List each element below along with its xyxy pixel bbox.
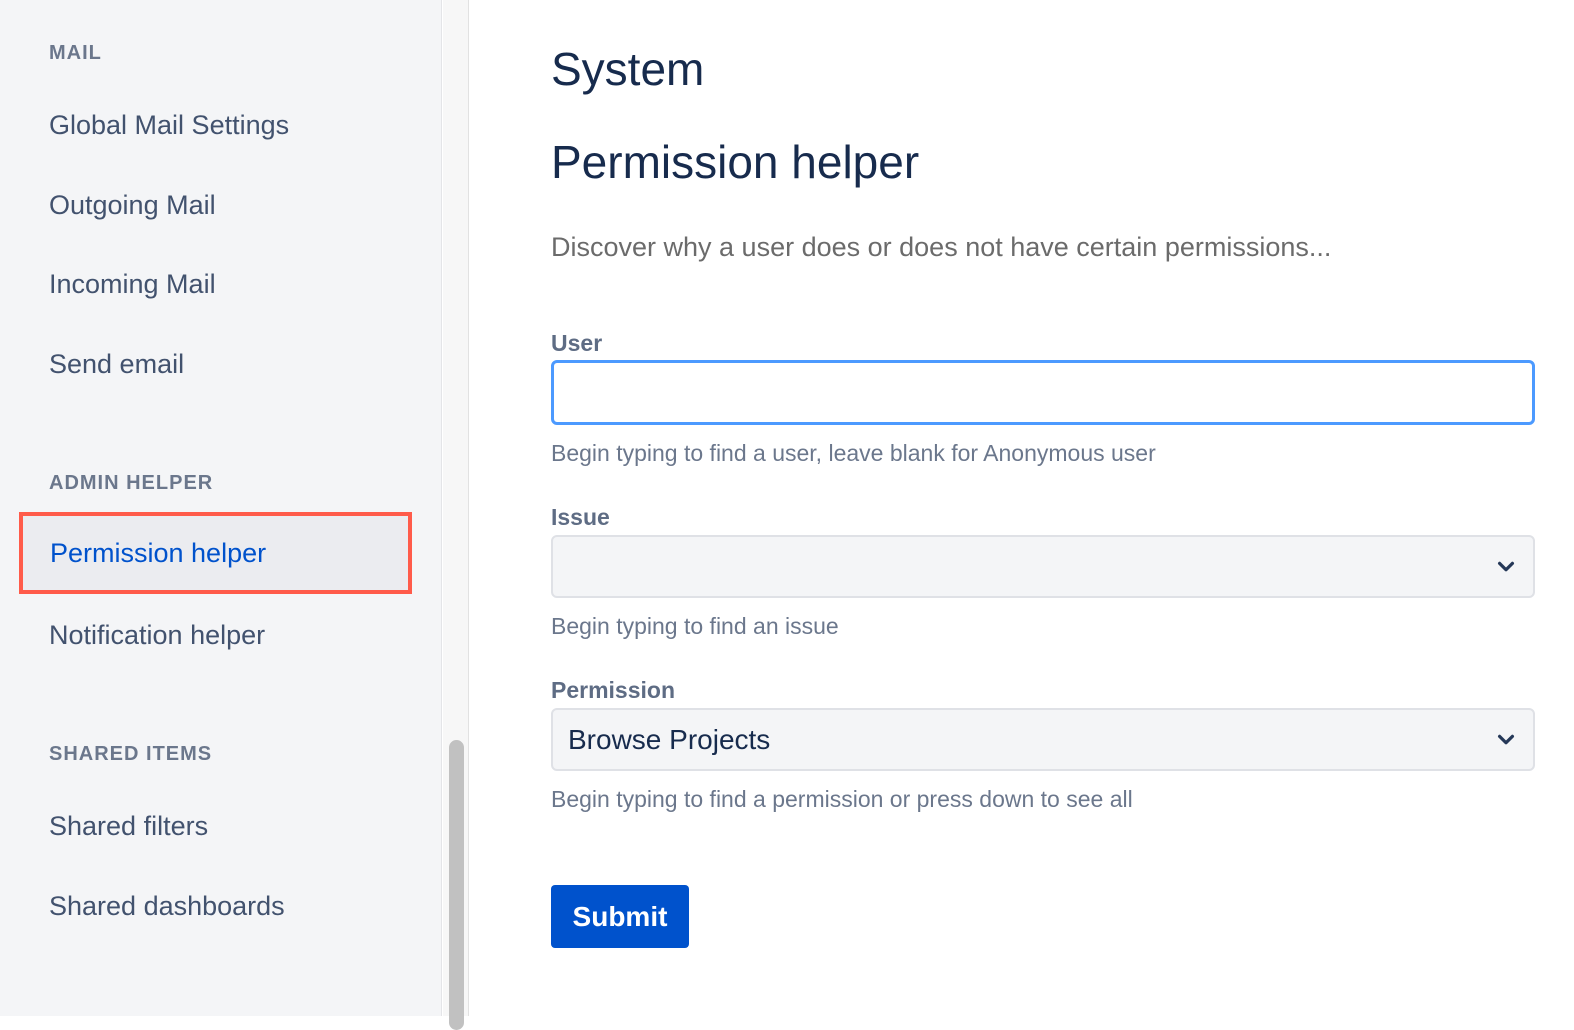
sidebar-item-incoming-mail[interactable]: Incoming Mail [49,269,216,300]
sidebar-item-notification-helper[interactable]: Notification helper [49,620,265,651]
chevron-down-icon [1497,561,1515,572]
submit-button[interactable]: Submit [551,885,689,948]
page-title: System [551,43,705,95]
sidebar-item-global-mail-settings[interactable]: Global Mail Settings [49,110,289,141]
permission-select[interactable]: Browse Projects [551,708,1535,771]
sidebar-item-shared-filters[interactable]: Shared filters [49,811,208,842]
user-label: User [551,330,603,356]
section-heading-admin-helper: ADMIN HELPER [49,472,214,494]
section-title: Permission helper [551,136,920,188]
chevron-down-icon [1497,734,1515,745]
section-heading-mail: MAIL [49,42,102,64]
sidebar-item-outgoing-mail[interactable]: Outgoing Mail [49,190,216,221]
sidebar: MAIL Global Mail Settings Outgoing Mail … [0,0,442,1016]
sidebar-item-shared-dashboards[interactable]: Shared dashboards [49,891,285,922]
user-input[interactable] [551,360,1535,425]
section-heading-shared-items: SHARED ITEMS [49,743,213,765]
permission-select-value: Browse Projects [568,724,771,755]
issue-label: Issue [551,504,610,530]
sidebar-item-send-email[interactable]: Send email [49,349,184,380]
sidebar-scrollbar[interactable] [443,0,469,1030]
issue-select[interactable] [551,535,1535,598]
issue-help-text: Begin typing to find an issue [551,613,839,639]
sidebar-item-permission-helper[interactable]: Permission helper [19,512,412,594]
scrollbar-thumb[interactable] [449,740,464,1030]
permission-help-text: Begin typing to find a permission or pre… [551,786,1133,812]
page-description: Discover why a user does or does not hav… [551,232,1332,262]
sidebar-item-label: Permission helper [50,538,267,568]
user-help-text: Begin typing to find a user, leave blank… [551,440,1156,466]
permission-label: Permission [551,677,675,703]
